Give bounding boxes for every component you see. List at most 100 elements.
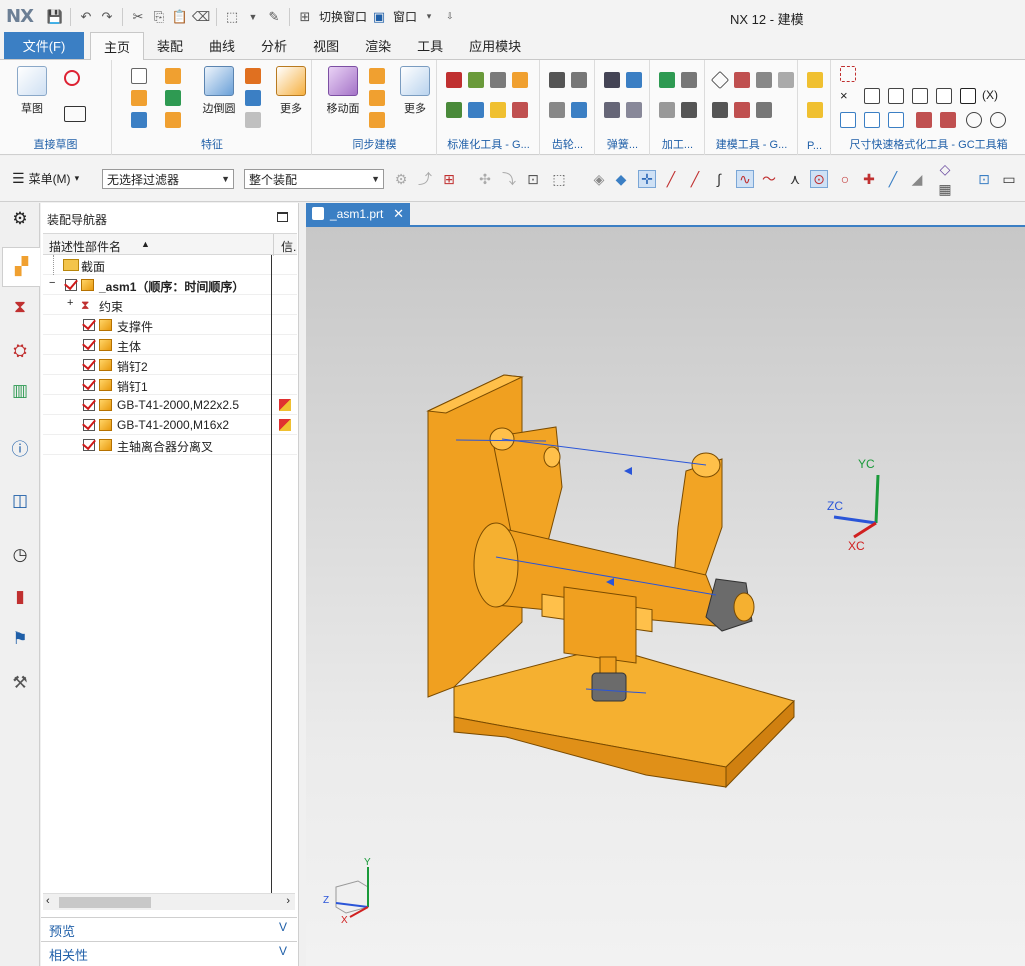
history-icon[interactable]: ◷ — [8, 543, 32, 567]
web-browser-icon[interactable]: ◫ — [8, 489, 32, 513]
right-arm[interactable] — [673, 458, 723, 580]
draft-icon[interactable] — [245, 90, 261, 106]
offset-region-icon[interactable] — [369, 90, 385, 106]
model-view[interactable]: YC ZC XC Y Z X — [306, 227, 1025, 966]
expand-icon[interactable]: + — [67, 297, 73, 309]
machining-icon[interactable] — [681, 102, 697, 118]
filter-tool-icon[interactable]: ⚙ — [392, 170, 410, 188]
gear-icon[interactable] — [549, 72, 565, 88]
tolerance-icon[interactable] — [864, 88, 880, 104]
snap-icon[interactable]: ◆ — [612, 170, 630, 188]
tolerance-icon[interactable] — [888, 88, 904, 104]
pull-face-icon[interactable] — [369, 68, 385, 84]
extrude-icon[interactable] — [131, 68, 147, 84]
column-header-name[interactable]: 描述性部件名 — [49, 238, 121, 255]
group-label[interactable]: 标准化工具 - G... — [438, 136, 539, 152]
redo-icon[interactable]: ↷ — [98, 8, 116, 26]
tab-assembly[interactable]: 装配 — [144, 32, 196, 59]
preview-section[interactable]: 预览 V — [41, 917, 297, 939]
machining-icon[interactable] — [659, 102, 675, 118]
gear-icon[interactable] — [549, 102, 565, 118]
visibility-checkbox[interactable] — [83, 419, 95, 431]
lower-block[interactable] — [563, 586, 637, 664]
standard-icon[interactable] — [468, 102, 484, 118]
diameter-icon[interactable] — [966, 112, 982, 128]
window-icon[interactable]: ▣ — [370, 8, 388, 26]
reuse-library-icon[interactable]: ▥ — [8, 379, 32, 403]
quadrant-point-icon[interactable]: ○ — [836, 170, 854, 188]
document-tab[interactable]: _asm1.prt ✕ — [306, 203, 410, 225]
shell-icon[interactable] — [165, 112, 181, 128]
scroll-left-icon[interactable]: ‹ — [46, 895, 50, 907]
gear-icon[interactable] — [571, 72, 587, 88]
tree-row-part[interactable]: 销钉2 — [43, 355, 297, 375]
select-tool-icon[interactable]: ⊞ — [440, 170, 458, 188]
tree-row-part[interactable]: 主体 — [43, 335, 297, 355]
maximize-icon[interactable] — [277, 212, 288, 222]
column-header-info[interactable]: 信. — [281, 238, 296, 255]
wcs-icon[interactable]: ⬚ — [223, 8, 241, 26]
switch-window-button[interactable]: 切换窗口 — [319, 8, 367, 25]
nut-m16[interactable] — [591, 672, 627, 702]
visibility-checkbox[interactable] — [83, 439, 95, 451]
snap-icon[interactable]: ◈ — [590, 170, 608, 188]
selection-filter-dropdown[interactable]: 无选择过滤器 ▼ — [102, 169, 234, 189]
delete-icon[interactable]: ⌫ — [192, 8, 210, 26]
process-studio-icon[interactable]: ⚑ — [8, 627, 32, 651]
tree-row-part[interactable]: 主轴离合器分离叉 — [43, 435, 297, 455]
info-icon[interactable]: ⓘ — [8, 435, 32, 459]
system-materials-icon[interactable]: ▮ — [8, 585, 32, 609]
standard-icon[interactable] — [512, 72, 528, 88]
tolerance-icon[interactable] — [912, 88, 928, 104]
visibility-checkbox[interactable] — [83, 339, 95, 351]
roles-icon[interactable]: ⚒ — [8, 671, 32, 695]
visibility-checkbox[interactable] — [83, 399, 95, 411]
visibility-checkbox[interactable] — [65, 279, 77, 291]
group-label[interactable]: 建模工具 - G... — [706, 136, 797, 152]
replace-face-icon[interactable] — [369, 112, 385, 128]
fit-icon[interactable] — [864, 112, 880, 128]
undo-icon[interactable]: ↶ — [77, 8, 95, 26]
spring-icon[interactable] — [604, 102, 620, 118]
existing-point-icon[interactable]: ✚ — [860, 170, 878, 188]
spring-icon[interactable] — [626, 72, 642, 88]
modeling-tool-icon[interactable] — [756, 72, 772, 88]
graphics-viewport[interactable]: YC ZC XC Y Z X — [306, 227, 1025, 966]
unite-icon[interactable] — [131, 112, 147, 128]
group-label[interactable]: P... — [799, 140, 830, 152]
machining-icon[interactable] — [681, 72, 697, 88]
diameter-icon[interactable] — [990, 112, 1006, 128]
mid-point-icon[interactable]: ╱ — [686, 170, 704, 188]
select-tool-icon[interactable]: ⤵ — [500, 170, 518, 188]
tab-view[interactable]: 视图 — [300, 32, 352, 59]
tab-tools[interactable]: 工具 — [404, 32, 456, 59]
p-tool-icon[interactable] — [807, 72, 823, 88]
standard-icon[interactable] — [512, 102, 528, 118]
dimension-icon[interactable] — [840, 66, 856, 82]
gear-icon[interactable] — [571, 102, 587, 118]
visibility-checkbox[interactable] — [83, 359, 95, 371]
tab-analysis[interactable]: 分析 — [248, 32, 300, 59]
save-icon[interactable]: 💾 — [46, 8, 64, 26]
arc-center-icon[interactable]: ⋏ — [786, 170, 804, 188]
close-dimension-icon[interactable]: × — [840, 88, 856, 104]
group-label[interactable]: 尺寸快速格式化工具 - GC工具箱 — [832, 136, 1025, 152]
standard-icon[interactable] — [446, 102, 462, 118]
chamfer-icon[interactable] — [245, 68, 261, 84]
part-navigator-icon[interactable]: ⛭ — [8, 339, 32, 363]
menu-button[interactable]: ☰ 菜单(M) ▾ — [12, 170, 79, 187]
point-on-curve-icon[interactable]: ╱ — [884, 170, 902, 188]
hole-icon[interactable] — [165, 68, 181, 84]
scroll-right-icon[interactable]: › — [286, 895, 290, 907]
cut-icon[interactable]: ✂ — [129, 8, 147, 26]
machining-icon[interactable] — [659, 72, 675, 88]
paste-icon[interactable]: 📋 — [171, 8, 189, 26]
edge-blend-button[interactable]: 边倒圆 — [197, 66, 241, 116]
assembly-navigator-icon[interactable]: ▞ — [2, 247, 40, 287]
spring-icon[interactable] — [626, 102, 642, 118]
filter-tool-icon[interactable]: ⤴ — [416, 170, 434, 188]
fit-icon[interactable] — [888, 112, 904, 128]
copy-icon[interactable]: ⎘ — [150, 8, 168, 26]
select-tool-icon[interactable]: ✣ — [476, 170, 494, 188]
point-on-face-icon[interactable]: ◢ — [908, 170, 926, 188]
